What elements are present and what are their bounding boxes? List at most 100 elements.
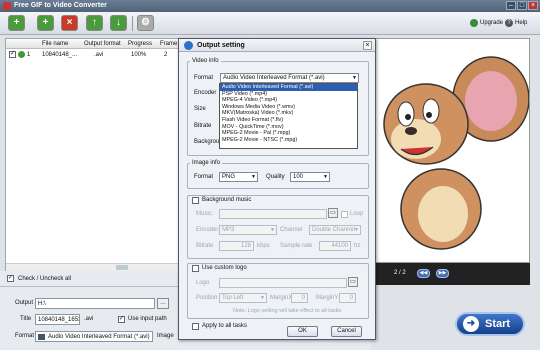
video-format-label: Format [194, 75, 214, 81]
music-field[interactable] [219, 209, 327, 219]
scroll-thumb[interactable] [116, 265, 128, 270]
output-path-field[interactable]: H:\ [35, 298, 155, 309]
row-checkbox[interactable]: ✓ [9, 51, 16, 58]
cancel-button[interactable]: Cancel [331, 326, 362, 337]
bg-music-label[interactable]: Background music [202, 197, 251, 203]
title-field[interactable]: 10840148_16535 [35, 314, 80, 325]
position-select[interactable]: Top Left ▼ [219, 293, 267, 303]
title-bar: Free GIF to Video Converter – □ × [0, 0, 540, 12]
upgrade-link[interactable]: Upgrade [480, 20, 503, 26]
upgrade-icon[interactable] [470, 19, 478, 27]
video-format-select[interactable]: Audio Video Interleaved Format (*.avi) ▼ [220, 73, 359, 83]
loop-label: Loop [350, 211, 364, 217]
minimize-button[interactable]: – [506, 1, 516, 10]
use-input-path-label[interactable]: Use input path [128, 316, 167, 322]
marginy-field[interactable]: 0 [339, 293, 356, 303]
apply-all-checkbox[interactable] [192, 323, 199, 330]
dialog-title: Output setting [197, 42, 245, 49]
format-option[interactable]: MKV(Matroska) Video (*.mkv) [220, 110, 357, 117]
title-extension: .avi [84, 316, 94, 322]
start-label: Start [485, 318, 511, 330]
format-option[interactable]: Audio Video Interleaved Format (*.avi) [220, 84, 357, 91]
format-option[interactable]: MPEG-2 Movie - NTSC (*.mpg) [220, 137, 357, 144]
chevron-down-icon: ▼ [323, 174, 328, 180]
add-file-icon[interactable]: + [8, 15, 25, 31]
check-all-checkbox[interactable]: ✓ [7, 275, 14, 282]
chevron-down-icon: ▼ [260, 295, 265, 301]
table-row[interactable]: ✓ 1 10840148_... .avi 100% 2 [6, 50, 189, 60]
channel-label: Channel [280, 227, 303, 233]
video-format-value: Audio Video Interleaved Format (*.avi) [223, 75, 325, 81]
logo-field[interactable] [219, 278, 347, 288]
format-dropdown-list[interactable]: Audio Video Interleaved Format (*.avi) P… [219, 83, 358, 149]
preview-image [383, 56, 530, 250]
bitrate-unit: kbps [257, 243, 270, 249]
format-option[interactable]: MPEG-4 Video (*.mp4) [220, 97, 357, 104]
row-progress: 100% [131, 52, 147, 58]
check-all-label[interactable]: Check / Uncheck all [18, 276, 71, 282]
apply-all-label[interactable]: Apply to all tasks [202, 323, 247, 329]
dialog-close-button[interactable]: × [363, 41, 372, 50]
toolbar: + + × ↑ ↓ ⚙ Upgrade ? Help [0, 12, 540, 35]
col-output-format[interactable]: Output format [84, 41, 121, 47]
row-file-name: 10840148_... [42, 52, 78, 58]
browse-music-button[interactable]: ▭ [328, 208, 338, 218]
dialog-icon [184, 41, 193, 50]
image-format-label: Format [194, 174, 214, 180]
music-encoder-select[interactable]: MP3 ▼ [219, 225, 277, 235]
start-button[interactable]: ➜ Start [455, 312, 525, 336]
format-option[interactable]: Windows Media Video (*.wmv) [220, 104, 357, 111]
format-option[interactable]: MPEG-2 Movie - Pal (*.mpg) [220, 130, 357, 137]
output-label: Output [15, 300, 34, 306]
marginy-label: MarginY [316, 295, 339, 301]
window-title: Free GIF to Video Converter [14, 2, 107, 9]
row-format: .avi [94, 52, 104, 58]
channel-select[interactable]: Double Channel ▼ [309, 225, 361, 235]
help-link[interactable]: Help [515, 20, 527, 26]
chevron-down-icon: ▼ [270, 227, 275, 233]
chevron-down-icon: ▼ [354, 227, 359, 233]
move-up-icon[interactable]: ↑ [86, 15, 103, 31]
position-label: Position [196, 295, 218, 301]
bg-music-checkbox[interactable] [192, 197, 199, 204]
close-button[interactable]: × [528, 1, 538, 10]
horizontal-scrollbar[interactable] [6, 263, 189, 271]
format-option[interactable]: Flash Video Format (*.flv) [220, 117, 357, 124]
add-folder-icon[interactable]: + [37, 15, 54, 31]
image-info-title: Image info [190, 160, 223, 166]
logo-label: Logo [196, 280, 210, 286]
next-frame-button[interactable]: ▶▶ [436, 269, 449, 278]
col-frame[interactable]: Frame [160, 41, 177, 47]
settings-icon[interactable]: ⚙ [137, 15, 154, 31]
move-down-icon[interactable]: ↓ [110, 15, 127, 31]
delete-icon[interactable]: × [61, 15, 78, 31]
browse-logo-button[interactable]: ▭ [348, 277, 358, 287]
list-header: File name Output format Progress Frame [6, 39, 189, 49]
loop-checkbox[interactable] [341, 211, 348, 218]
prev-frame-button[interactable]: ◀◀ [417, 269, 430, 278]
file-list: File name Output format Progress Frame ✓… [5, 38, 190, 271]
format-icon [38, 334, 45, 340]
maximize-button[interactable]: □ [517, 1, 527, 10]
format-option[interactable]: PSP Video (*.mp4) [220, 91, 357, 98]
ok-button[interactable]: OK [287, 326, 318, 337]
format-select[interactable]: Audio Video Interleaved Format (*.avi) [35, 331, 153, 342]
col-file-name[interactable]: File name [42, 41, 68, 47]
custom-logo-label[interactable]: Use custom logo [202, 265, 247, 271]
quality-select[interactable]: 100 ▼ [290, 172, 330, 182]
help-icon[interactable]: ? [505, 19, 513, 27]
preview-pane [370, 38, 530, 263]
encoder-label: Encoder [194, 90, 217, 96]
col-progress[interactable]: Progress [128, 41, 152, 47]
format-label: Format [15, 333, 35, 339]
image-format-select[interactable]: PNG ▼ [219, 172, 258, 182]
browse-output-button[interactable]: … [157, 298, 169, 309]
format-option[interactable]: MOV - QuickTime (*.mov) [220, 124, 357, 131]
quality-label: Quality [266, 174, 285, 180]
use-input-path-checkbox[interactable]: ✓ [118, 316, 125, 323]
sample-rate-field[interactable]: 44100 [319, 241, 351, 251]
marginx-field[interactable]: 0 [291, 293, 308, 303]
title-label: Title [20, 316, 32, 322]
custom-logo-checkbox[interactable] [192, 265, 199, 272]
music-bitrate-field[interactable]: 128 [219, 241, 254, 251]
